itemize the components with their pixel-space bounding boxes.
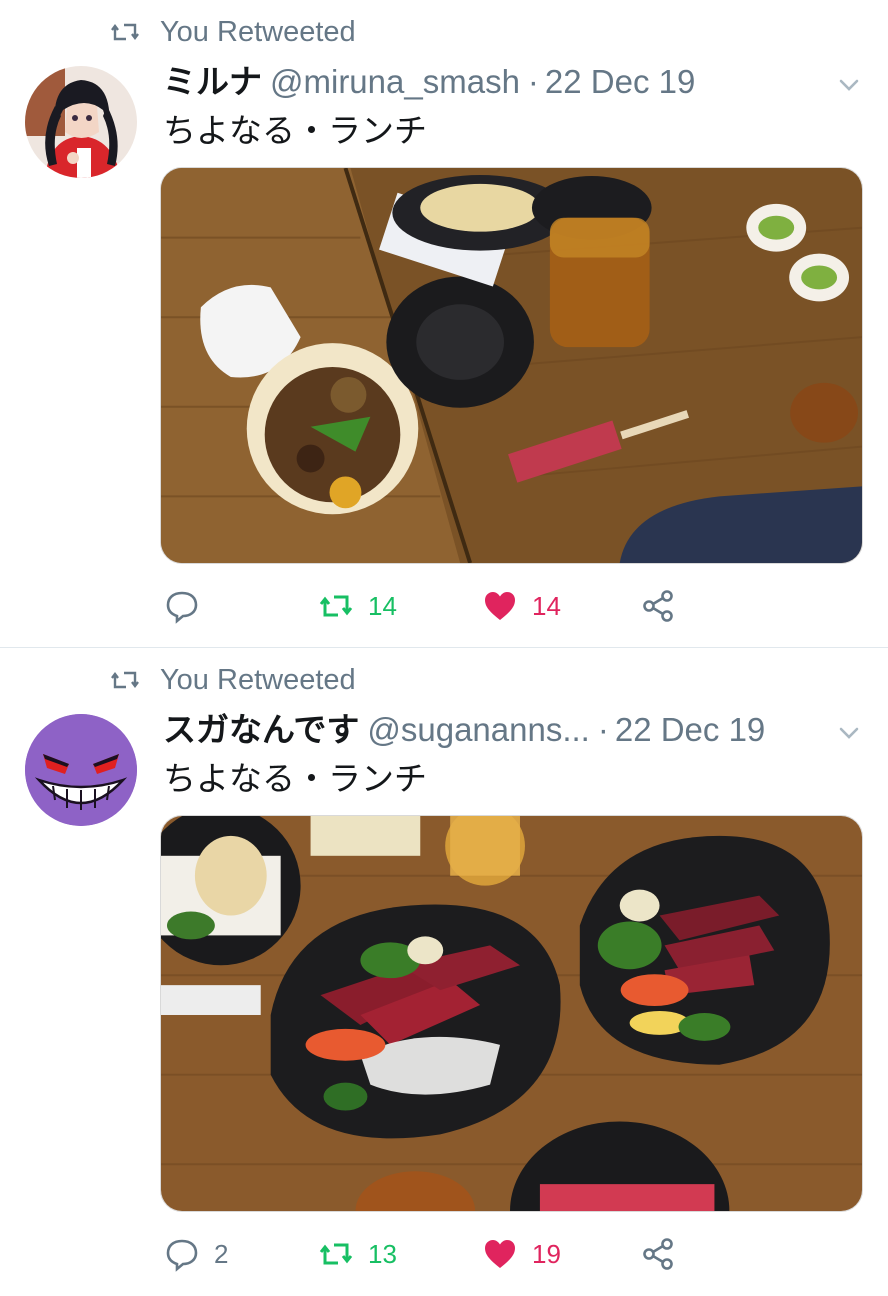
anime-girl-avatar-icon	[25, 66, 137, 178]
food-photo-image	[161, 168, 862, 563]
heart-icon	[485, 592, 515, 620]
like-count: 19	[532, 1238, 561, 1269]
purple-ghost-avatar-icon	[25, 714, 137, 826]
tweet-header: ミルナ @miruna_smash · 22 Dec 19	[163, 58, 818, 106]
reply-icon	[166, 591, 198, 624]
retweet-context-label: You Retweeted	[160, 663, 356, 696]
chevron-down-icon	[839, 727, 859, 739]
tweet-photo[interactable]	[160, 815, 863, 1212]
like-button[interactable]: 19	[482, 1233, 561, 1275]
tweet-text: ちよなる・ランチ	[163, 759, 427, 798]
tweet[interactable]: You Retweeted ミルナ @miruna_smash · 22 Dec…	[0, 0, 888, 648]
user-handle[interactable]: @sugananns...	[367, 706, 589, 754]
share-button[interactable]	[640, 585, 676, 627]
food-photo-image	[161, 816, 862, 1211]
retweet-icon	[319, 595, 353, 617]
tweet-actions: 14 14	[160, 585, 720, 627]
tweet-actions: 2 13 19	[160, 1233, 720, 1275]
retweet-context: You Retweeted	[110, 12, 356, 52]
share-icon	[643, 1238, 673, 1270]
separator-dot: ·	[597, 711, 609, 748]
tweet[interactable]: You Retweeted スガなんです @sugananns... · 22 …	[0, 648, 888, 1296]
reply-button[interactable]	[164, 585, 214, 627]
tweet-menu-button[interactable]	[836, 72, 862, 98]
reply-button[interactable]: 2	[164, 1233, 228, 1275]
tweet-header: スガなんです @sugananns... · 22 Dec 19	[163, 706, 818, 754]
share-button[interactable]	[640, 1233, 676, 1275]
separator-dot: ·	[527, 63, 539, 100]
reply-icon	[166, 1239, 198, 1272]
retweet-count: 13	[368, 1238, 397, 1269]
tweet-text: ちよなる・ランチ	[163, 111, 427, 150]
share-icon	[643, 590, 673, 622]
retweet-button[interactable]: 13	[318, 1233, 397, 1275]
tweet-date[interactable]: 22 Dec 19	[545, 58, 695, 106]
retweet-small-icon	[111, 23, 139, 41]
display-name[interactable]: ミルナ	[163, 58, 262, 106]
retweet-context-label: You Retweeted	[160, 15, 356, 48]
avatar[interactable]	[25, 714, 137, 826]
retweet-icon	[319, 1243, 353, 1265]
display-name[interactable]: スガなんです	[163, 706, 359, 754]
like-button[interactable]: 14	[482, 585, 561, 627]
retweet-small-icon	[111, 671, 139, 689]
user-handle[interactable]: @miruna_smash	[270, 58, 520, 106]
like-count: 14	[532, 590, 561, 621]
retweet-context: You Retweeted	[110, 660, 356, 700]
heart-icon	[485, 1240, 515, 1268]
retweet-button[interactable]: 14	[318, 585, 397, 627]
tweet-date[interactable]: 22 Dec 19	[615, 706, 765, 754]
retweet-count: 14	[368, 590, 397, 621]
tweet-photo[interactable]	[160, 167, 863, 564]
reply-count: 2	[214, 1238, 229, 1269]
chevron-down-icon	[839, 79, 859, 91]
avatar[interactable]	[25, 66, 137, 178]
tweet-menu-button[interactable]	[836, 720, 862, 746]
